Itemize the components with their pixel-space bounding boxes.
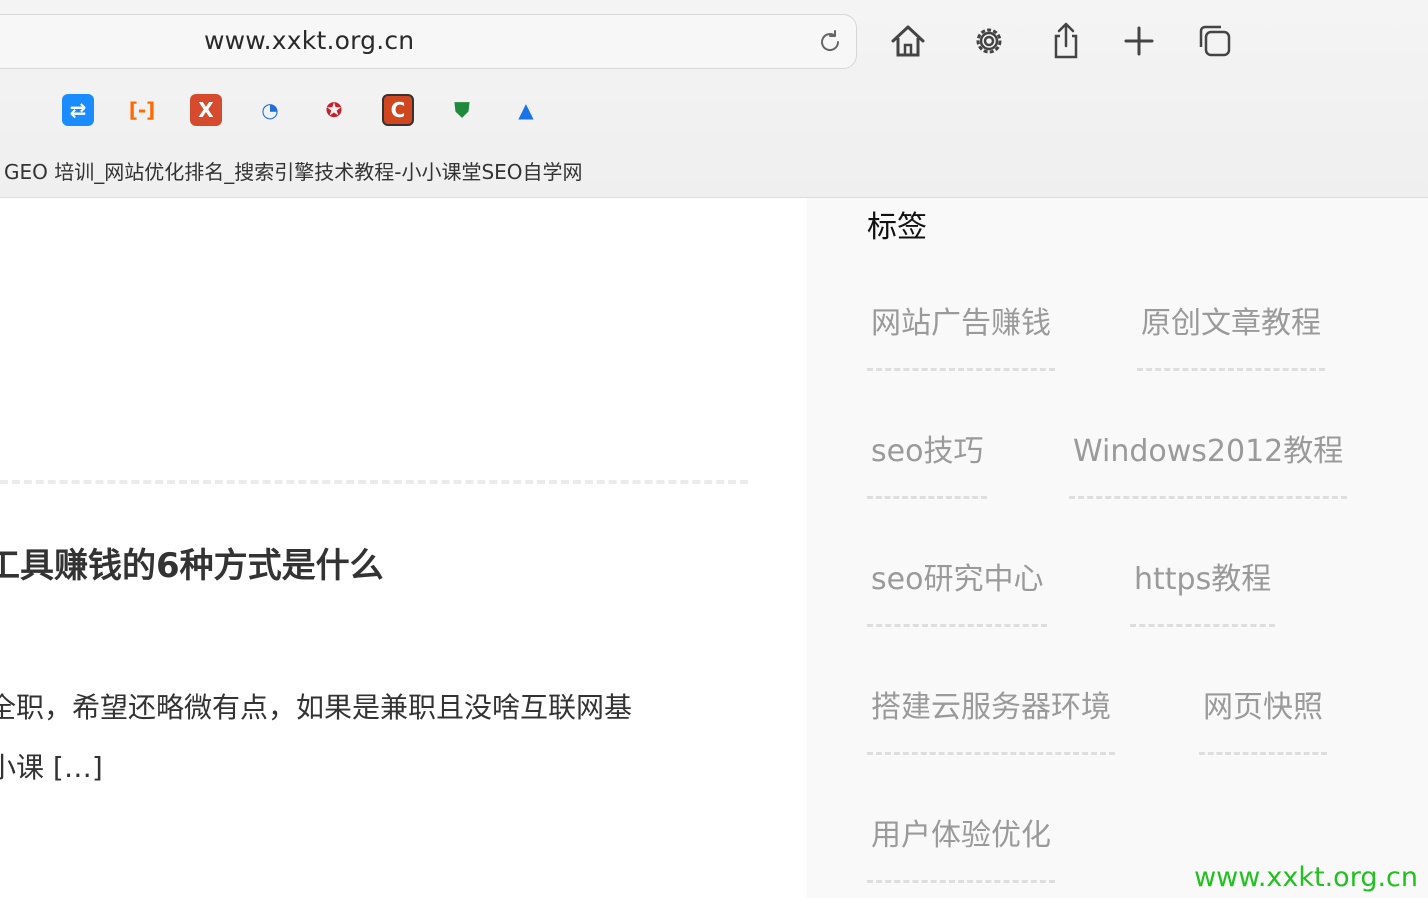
tabs-icon[interactable] [1194,20,1236,62]
tag-link[interactable]: 网站广告赚钱 [867,298,1055,371]
favorite-icon-1[interactable]: ⇄ [62,94,94,126]
reload-icon[interactable] [816,28,844,56]
sidebar-tags: 标签 网站广告赚钱 原创文章教程 seo技巧 Windows2012教程 seo… [807,198,1428,898]
gear-icon[interactable] [968,20,1010,62]
article-title[interactable]: 工具赚钱的6种方式是什么 [0,538,384,587]
favorite-icon-6[interactable]: C [382,94,414,126]
favorite-icon-7[interactable]: ⛊ [446,94,478,126]
favorite-icon-2[interactable]: [-] [126,94,158,126]
browser-toolbar: www.xxkt.org.cn ⇄ [-] X ◔ ✪ C ⛊ ▲ GEO 培训… [0,0,1428,198]
tag-link[interactable]: seo技巧 [867,426,988,499]
tag-link[interactable]: 搭建云服务器环境 [867,682,1115,755]
tab-title[interactable]: GEO 培训_网站优化排名_搜索引擎技术教程-小小课堂SEO自学网 [4,156,583,185]
tag-link[interactable]: 网页快照 [1199,682,1327,755]
tag-link[interactable]: 用户体验优化 [867,810,1055,883]
article-divider [0,480,748,484]
tag-link[interactable]: Windows2012教程 [1069,426,1348,499]
watermark: www.xxkt.org.cn [1194,862,1418,893]
favorite-icon-3[interactable]: X [190,94,222,126]
article-excerpt-more[interactable]: 小课 […] [0,746,103,786]
address-bar[interactable]: www.xxkt.org.cn [0,14,857,69]
plus-icon[interactable] [1118,20,1160,62]
tag-link[interactable]: 原创文章教程 [1137,298,1325,371]
url-text[interactable]: www.xxkt.org.cn [204,26,414,55]
share-icon[interactable] [1045,20,1087,62]
tag-link[interactable]: seo研究中心 [867,554,1048,627]
favorite-icon-8[interactable]: ▲ [510,94,542,126]
tag-link[interactable]: https教程 [1130,554,1276,627]
favorite-icon-5[interactable]: ✪ [318,94,350,126]
sidebar-title: 标签 [867,210,927,245]
article-excerpt: 全职，希望还略微有点，如果是兼职且没啥互联网基 [0,691,633,724]
home-icon[interactable] [887,20,929,62]
favorite-icon-4[interactable]: ◔ [254,94,286,126]
